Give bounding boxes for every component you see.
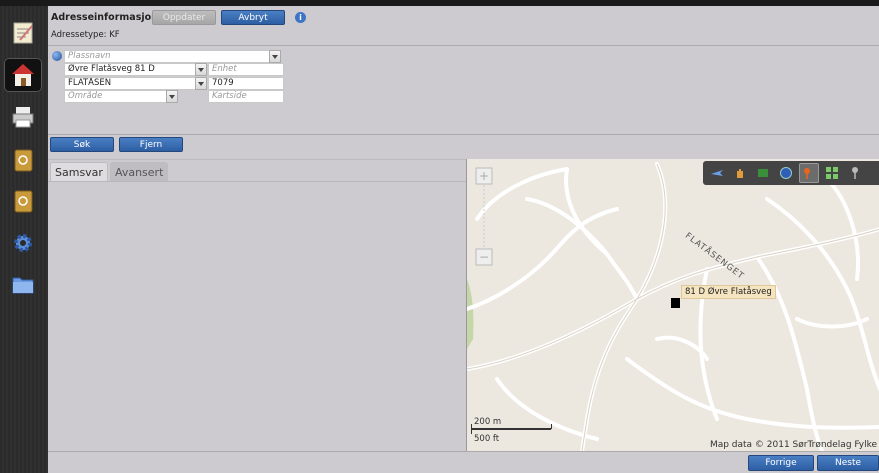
street-dropdown[interactable] (195, 63, 207, 76)
unit-field[interactable]: Enhet (208, 63, 284, 76)
scale-bar: 200 m 500 ft (469, 417, 559, 447)
svg-text:−: − (479, 250, 489, 264)
header: Adresseinformasjon: Oppdater Avbryt i Ad… (48, 6, 879, 46)
place-name-field[interactable]: Plassnavn (64, 50, 270, 63)
previous-button[interactable]: Forrige (748, 455, 814, 471)
map-toolbar (703, 161, 879, 185)
printer-icon[interactable] (4, 100, 42, 134)
remove-button[interactable]: Fjern (119, 137, 183, 152)
address-form: Plassnavn Øvre Flatåsveg 81 D Enhet FLAT… (48, 47, 879, 135)
action-bar: Søk Fjern (48, 136, 879, 158)
sidebar (0, 6, 48, 473)
fullscreen-icon[interactable] (822, 163, 842, 183)
marker-label: 81 D Øvre Flatåsveg (681, 285, 776, 299)
svg-text:+: + (479, 169, 489, 183)
street-field[interactable]: Øvre Flatåsveg 81 D (64, 63, 196, 76)
place-name-dropdown[interactable] (269, 50, 281, 63)
scale-metric: 200 m (474, 417, 502, 427)
cancel-button[interactable]: Avbryt (221, 10, 285, 25)
address-book-icon[interactable] (4, 143, 42, 177)
zoom-control[interactable]: + − (475, 167, 493, 267)
main-panel: Adresseinformasjon: Oppdater Avbryt i Ad… (48, 6, 879, 473)
address-book-icon-2[interactable] (4, 184, 42, 218)
tab-avansert[interactable]: Avansert (109, 162, 169, 181)
update-button[interactable]: Oppdater (152, 10, 216, 25)
info-icon[interactable]: i (295, 12, 306, 23)
address-marker[interactable] (671, 298, 680, 308)
folder-icon[interactable] (4, 267, 42, 301)
tab-bar: Samsvar Avansert (50, 162, 170, 181)
area-field[interactable]: FLATÅSEN (64, 77, 196, 90)
footer-bar: Forrige Neste (48, 451, 879, 473)
region-dropdown[interactable] (166, 90, 178, 103)
mapsheet-field[interactable]: Kartside (208, 90, 284, 103)
page-title: Adresseinformasjon: (51, 12, 162, 23)
pin-icon[interactable] (845, 163, 865, 183)
results-panel: Samsvar Avansert (48, 159, 466, 452)
next-button[interactable]: Neste (817, 455, 879, 471)
address-type: Adressetype: KF (51, 30, 120, 40)
map-copyright: Map data © 2011 SørTrøndelag Fylke (709, 440, 877, 450)
map-view[interactable]: + − FLATÅSENGET 81 D Øvre Flatåsveg 200 … (466, 159, 879, 451)
globe-icon (52, 51, 62, 61)
area-dropdown[interactable] (195, 77, 207, 90)
airplane-icon[interactable] (707, 163, 727, 183)
scale-imperial: 500 ft (474, 434, 500, 444)
search-button[interactable]: Søk (50, 137, 114, 152)
notes-icon[interactable] (4, 16, 42, 50)
tab-samsvar[interactable]: Samsvar (50, 162, 108, 181)
tab-content (48, 181, 466, 452)
pan-hand-icon[interactable] (730, 163, 750, 183)
satellite-icon[interactable] (753, 163, 773, 183)
region-field[interactable]: Område (64, 90, 168, 103)
globe-map-icon[interactable] (776, 163, 796, 183)
postcode-field[interactable]: 7079 (208, 77, 284, 90)
gear-icon[interactable] (4, 226, 42, 260)
home-icon[interactable] (4, 58, 42, 92)
marker-pin-icon[interactable] (799, 163, 819, 183)
